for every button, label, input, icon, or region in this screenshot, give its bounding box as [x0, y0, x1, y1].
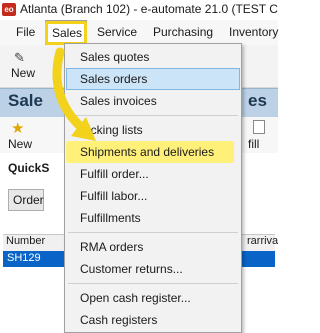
- pointer-arrow-icon: [52, 47, 96, 141]
